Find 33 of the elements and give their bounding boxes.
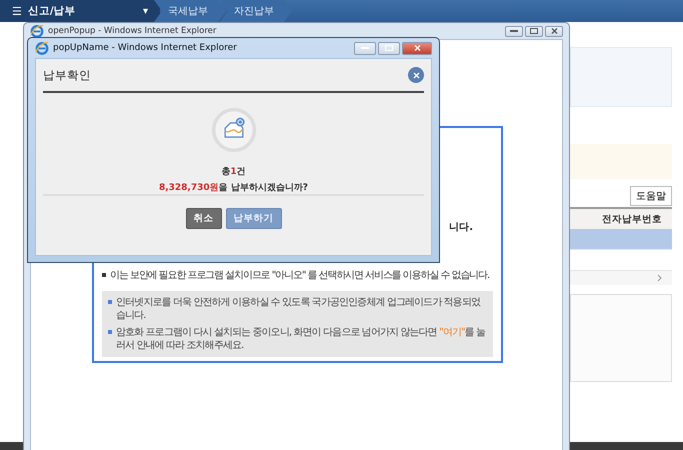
notice-text: 이는 보안에 필요한 프로그램 설치이므로 "아니오" 를 선택하시면 서비스를 이용하실 수 없습니다. <box>110 269 490 282</box>
close-icon[interactable] <box>550 28 558 34</box>
close-button[interactable] <box>408 67 424 83</box>
info-text: 인터넷지로를 더욱 안전하게 이용하실 수 있도록 국가공인인증체계 업그레이드가 적용되었습니다. <box>116 296 482 322</box>
window-title: popUpName - Windows Internet Explorer <box>53 43 238 53</box>
bullet-icon <box>108 330 112 334</box>
chevron-right-icon[interactable] <box>657 274 662 282</box>
dialog-heading: 납부확인 <box>43 68 91 82</box>
bullet-icon <box>108 300 112 304</box>
minimize-button[interactable] <box>354 42 376 54</box>
scroll-bar[interactable] <box>570 271 672 285</box>
minimize-button[interactable] <box>505 26 523 36</box>
browser-icon <box>30 24 44 38</box>
breadcrumb-item[interactable]: 국세납부 <box>154 0 226 22</box>
maximize-button[interactable] <box>378 42 400 54</box>
confirm-text: 8,328,730원을 납부하시겠습니까? <box>158 182 308 194</box>
count-text: 총1건 <box>221 166 246 178</box>
menu-button[interactable]: ☰ 신고/납부 ▾ <box>0 0 160 22</box>
close-button[interactable] <box>402 42 432 54</box>
info-text: 암호화 프로그램이 다시 설치되는 중이오니, 화면이 다음으로 넘어가지 않는다면 "여기"를 눌러서 안내에 따라 조치해주세요. <box>116 326 486 352</box>
window-title: openPopup - Windows Internet Explorer <box>48 26 218 36</box>
close-button[interactable] <box>545 26 563 36</box>
column-header: 전자납부번호 <box>570 207 672 229</box>
pay-button[interactable]: 납부하기 <box>226 208 282 229</box>
notice-text: 니다. <box>449 221 473 234</box>
bullet-icon <box>102 273 106 277</box>
help-button[interactable]: 도움말 <box>630 186 672 206</box>
breadcrumb-item[interactable]: 자진납부 <box>220 0 292 22</box>
maximize-icon[interactable] <box>530 28 538 34</box>
cancel-button[interactable]: 취소 <box>186 208 222 229</box>
browser-icon <box>35 41 49 55</box>
maximize-button[interactable] <box>525 26 543 36</box>
minimize-icon[interactable] <box>510 30 518 32</box>
